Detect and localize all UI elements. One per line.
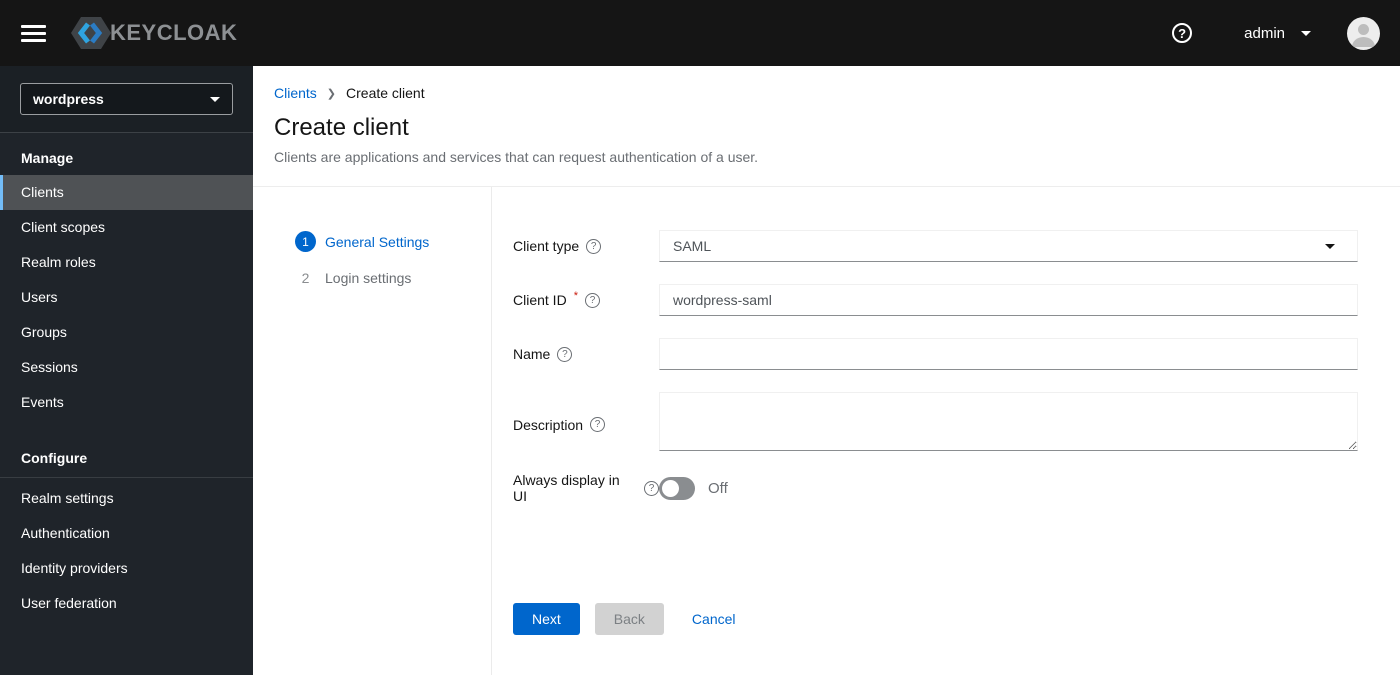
- step-2-indicator: 2: [301, 269, 310, 286]
- select-caret-down-icon: [1325, 243, 1335, 249]
- sidebar: wordpress Manage Clients Client scopes R…: [0, 66, 253, 675]
- sidebar-item-user-federation[interactable]: User federation: [0, 586, 253, 621]
- hamburger-menu-icon[interactable]: [21, 21, 46, 46]
- cancel-button[interactable]: Cancel: [692, 611, 736, 627]
- step-1-label: General Settings: [325, 233, 430, 250]
- client-type-label: Client type: [513, 238, 580, 254]
- sidebar-item-groups[interactable]: Groups: [0, 315, 253, 350]
- always-display-row: Always display in UI ? Off: [513, 472, 1358, 504]
- nav-section-manage: Manage: [21, 150, 74, 166]
- wizard-actions: Next Back Cancel: [513, 603, 1358, 635]
- help-icon[interactable]: ?: [1172, 23, 1193, 43]
- avatar[interactable]: [1347, 16, 1380, 50]
- username-label: admin: [1244, 24, 1285, 42]
- client-id-row: Client ID * ?: [513, 284, 1358, 316]
- sidebar-item-client-scopes[interactable]: Client scopes: [0, 210, 253, 245]
- sidebar-item-identity-providers[interactable]: Identity providers: [0, 551, 253, 586]
- description-help-icon[interactable]: ?: [590, 417, 606, 432]
- brand-text: KEYCLOAK: [110, 20, 238, 45]
- client-id-help-icon[interactable]: ?: [584, 292, 600, 308]
- realm-selector[interactable]: wordpress: [20, 83, 233, 115]
- realm-caret-down-icon: [210, 96, 220, 102]
- always-display-label: Always display in UI: [513, 472, 620, 504]
- page-subtitle: Clients are applications and services th…: [274, 149, 759, 165]
- sidebar-item-sessions[interactable]: Sessions: [0, 350, 253, 385]
- caret-down-icon: [1301, 30, 1311, 36]
- back-button[interactable]: Back: [594, 603, 664, 635]
- client-id-input[interactable]: [659, 284, 1358, 316]
- sidebar-item-events[interactable]: Events: [0, 385, 253, 420]
- wizard-nav: 1 General Settings 2 Login settings: [253, 187, 492, 675]
- sidebar-item-clients[interactable]: Clients: [0, 175, 253, 210]
- always-display-help-icon[interactable]: ?: [644, 480, 659, 496]
- next-button[interactable]: Next: [513, 603, 580, 635]
- client-type-row: Client type ? SAML: [513, 230, 1358, 262]
- app-header: KEYCLOAK ? admin: [0, 0, 1400, 66]
- client-type-select[interactable]: SAML: [659, 230, 1358, 262]
- breadcrumb-separator-icon: ❯: [326, 87, 337, 100]
- name-row: Name ?: [513, 338, 1358, 370]
- client-type-value: SAML: [673, 238, 712, 254]
- breadcrumb-current: Create client: [346, 85, 425, 101]
- keycloak-logo-icon: [68, 13, 114, 53]
- description-row: Description ?: [513, 392, 1358, 451]
- wizard-step-login-settings[interactable]: 2 Login settings: [295, 267, 491, 288]
- sidebar-item-authentication[interactable]: Authentication: [0, 516, 253, 551]
- toggle-knob: [662, 479, 679, 497]
- user-menu[interactable]: admin: [1244, 25, 1311, 42]
- description-textarea[interactable]: [659, 392, 1358, 451]
- page-title: Create client: [274, 114, 409, 141]
- name-help-icon[interactable]: ?: [557, 346, 573, 362]
- name-input[interactable]: [659, 338, 1358, 370]
- required-asterisk: *: [573, 290, 578, 302]
- client-id-label: Client ID: [513, 292, 567, 308]
- nav-section-configure: Configure: [21, 450, 88, 466]
- breadcrumb-clients-link[interactable]: Clients: [274, 85, 317, 101]
- name-label: Name: [513, 346, 551, 362]
- toggle-state-label: Off: [708, 479, 728, 497]
- always-display-toggle[interactable]: [659, 476, 695, 500]
- description-label: Description: [513, 416, 584, 433]
- realm-name-label: wordpress: [33, 91, 104, 107]
- client-type-help-icon[interactable]: ?: [586, 238, 602, 254]
- keycloak-logo: KEYCLOAK: [68, 13, 237, 53]
- step-2-label: Login settings: [325, 269, 412, 286]
- sidebar-item-users[interactable]: Users: [0, 280, 253, 315]
- realm-selector-area: wordpress: [0, 66, 253, 133]
- page-header: Clients ❯ Create client Create client Cl…: [253, 66, 1400, 187]
- sidebar-item-realm-settings[interactable]: Realm settings: [0, 478, 253, 516]
- wizard-step-general-settings[interactable]: 1 General Settings: [295, 231, 491, 252]
- create-client-form: Client type ? SAML Client ID * ? wordpre…: [492, 187, 1400, 675]
- main-content: Clients ❯ Create client Create client Cl…: [253, 66, 1400, 675]
- breadcrumb: Clients ❯ Create client: [274, 85, 1400, 101]
- sidebar-item-realm-roles[interactable]: Realm roles: [0, 245, 253, 280]
- step-1-indicator: 1: [295, 231, 316, 252]
